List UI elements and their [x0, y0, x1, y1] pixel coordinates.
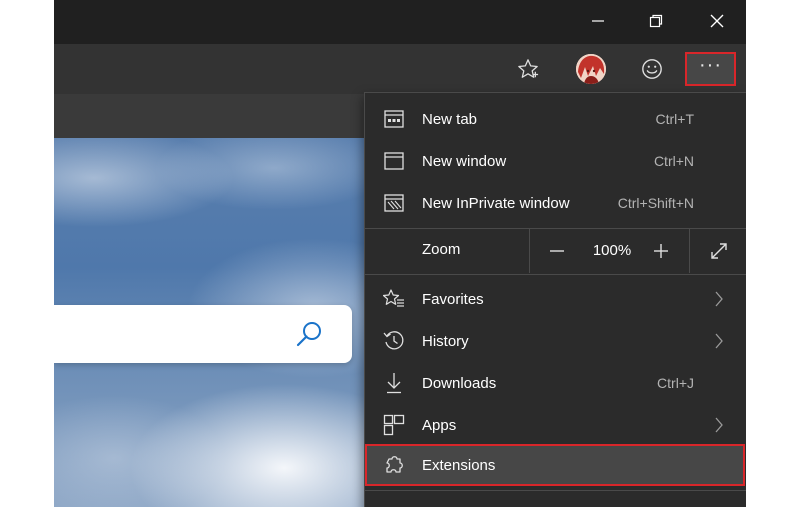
menu-item-label: Downloads: [422, 374, 497, 392]
menu-item-new-inprivate-window[interactable]: New InPrivate window Ctrl+Shift+N: [365, 182, 746, 224]
expand-icon: [710, 243, 727, 259]
zoom-value: 100%: [592, 242, 632, 259]
plus-icon: [654, 244, 668, 258]
browser-toolbar: ···: [54, 44, 746, 94]
menu-divider: [365, 274, 746, 275]
inprivate-icon: [383, 192, 405, 214]
menu-item-extensions[interactable]: Extensions: [365, 444, 746, 486]
zoom-control: Zoom 100%: [365, 229, 746, 273]
chevron-right-icon: [715, 291, 723, 307]
web-search-box[interactable]: [54, 305, 352, 363]
minimize-button[interactable]: [569, 0, 627, 42]
zoom-label: Zoom: [422, 241, 461, 258]
menu-item-favorites[interactable]: Favorites: [365, 278, 746, 320]
zoom-out-button[interactable]: [531, 229, 583, 273]
chevron-right-icon: [715, 333, 723, 349]
feedback-button[interactable]: [629, 48, 675, 90]
more-icon: ···: [699, 54, 722, 76]
full-screen-button[interactable]: [691, 229, 746, 273]
menu-item-new-window[interactable]: New window Ctrl+N: [365, 140, 746, 182]
menu-item-shortcut: Ctrl+Shift+N: [617, 195, 694, 211]
menu-item-shortcut: Ctrl+N: [653, 153, 694, 169]
menu-item-shortcut: Ctrl+J: [657, 375, 694, 391]
restore-button[interactable]: [627, 0, 685, 42]
zoom-divider: [689, 229, 690, 273]
menu-item-label: Apps: [422, 416, 457, 434]
menu-item-label: New tab: [422, 110, 478, 128]
menu-item-new-tab[interactable]: New tab Ctrl+T: [365, 98, 746, 140]
settings-and-more-menu: New tab Ctrl+T New window Ctrl+N New InP…: [364, 92, 746, 507]
new-window-icon: [383, 150, 405, 172]
profile-button[interactable]: [568, 48, 614, 90]
chevron-right-icon: [715, 417, 723, 433]
apps-icon: [383, 414, 405, 436]
close-button[interactable]: [688, 0, 746, 42]
menu-divider: [365, 490, 746, 491]
new-tab-icon: [383, 108, 405, 130]
menu-item-apps[interactable]: Apps: [365, 404, 746, 446]
menu-item-label: New window: [422, 152, 507, 170]
smiley-icon: [642, 59, 662, 79]
zoom-in-button[interactable]: [635, 229, 687, 273]
extensions-icon: [383, 454, 405, 476]
menu-item-label: Extensions: [422, 456, 496, 474]
menu-item-shortcut: Ctrl+T: [655, 111, 695, 127]
add-favorite-button[interactable]: [505, 48, 551, 90]
menu-item-history[interactable]: History: [365, 320, 746, 362]
close-icon: [710, 14, 724, 28]
menu-item-label: New InPrivate window: [422, 194, 570, 212]
star-icon: [518, 59, 539, 78]
settings-and-more-button[interactable]: ···: [685, 52, 736, 86]
title-bar: [54, 0, 746, 44]
favorites-icon: [383, 288, 405, 310]
minimize-icon: [592, 20, 604, 22]
download-icon: [383, 372, 405, 394]
avatar: [576, 54, 606, 84]
restore-icon: [649, 14, 663, 28]
menu-item-downloads[interactable]: Downloads Ctrl+J: [365, 362, 746, 404]
zoom-divider: [529, 229, 530, 273]
browser-window: ··· New tab Ctrl+T New window Ctrl+N New…: [54, 0, 746, 507]
history-icon: [383, 330, 405, 352]
search-icon[interactable]: [294, 319, 324, 349]
menu-item-label: History: [422, 332, 469, 350]
menu-item-label: Favorites: [422, 290, 484, 308]
minus-icon: [550, 250, 564, 252]
